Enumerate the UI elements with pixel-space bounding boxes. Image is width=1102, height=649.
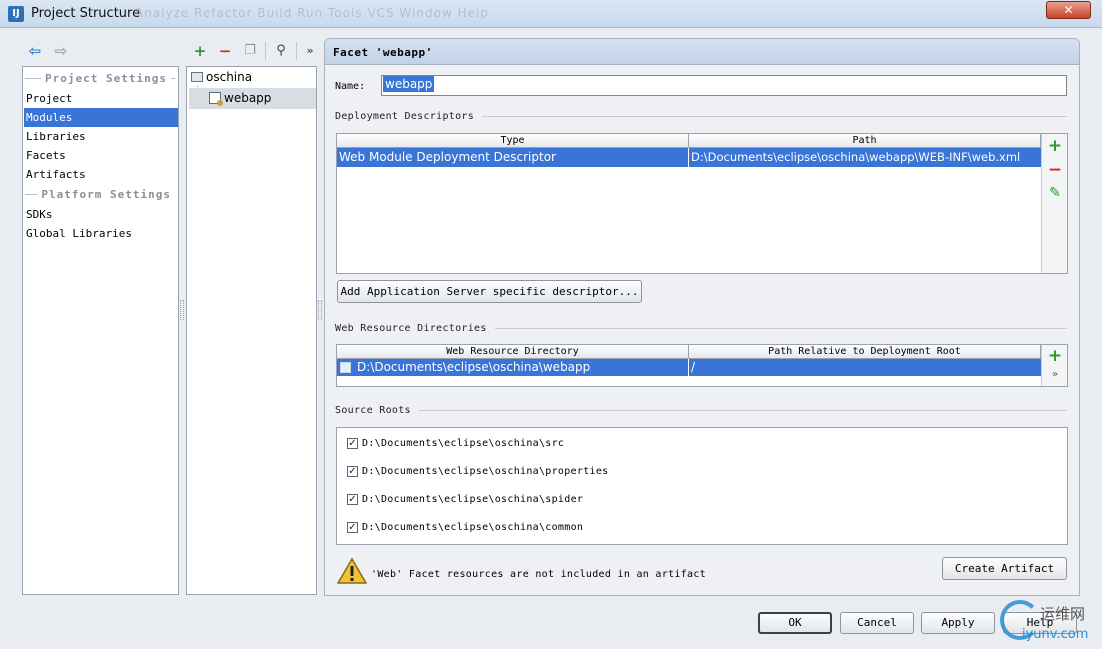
dd-type-cell: Web Module Deployment Descriptor [339, 150, 556, 164]
back-arrow-icon[interactable]: ⇦ [26, 42, 44, 60]
remove-descriptor-icon[interactable]: − [1045, 160, 1065, 180]
warning-message: 'Web' Facet resources are not included i… [371, 569, 706, 580]
add-web-resource-icon[interactable]: + [1045, 346, 1065, 366]
close-window-button[interactable]: ✕ [1046, 1, 1091, 19]
source-root-path: D:\Documents\eclipse\oschina\src [362, 438, 565, 449]
facet-header: Facet 'webapp' [325, 39, 1079, 65]
column-header-path[interactable]: Path [689, 134, 1041, 148]
add-server-descriptor-button[interactable]: Add Application Server specific descript… [337, 280, 642, 303]
nav-item-global-libraries[interactable]: Global Libraries [24, 224, 178, 243]
web-facet-icon [209, 92, 223, 106]
list-item[interactable]: ✓ D:\Documents\eclipse\oschina\spider [347, 494, 583, 505]
add-icon[interactable]: + [191, 42, 209, 60]
search-icon[interactable]: ⚲ [272, 42, 290, 60]
table-row[interactable]: D:\Documents\eclipse\oschina\webapp / [337, 359, 1041, 376]
source-roots-label: Source Roots [335, 405, 1067, 416]
list-item[interactable]: ✓ D:\Documents\eclipse\oschina\propertie… [347, 466, 609, 477]
nav-item-libraries[interactable]: Libraries [24, 127, 178, 146]
watermark-url: iyunv.com [1022, 627, 1089, 642]
edit-pencil-icon[interactable]: ✎ [1045, 185, 1065, 201]
project-settings-list: Project Modules Libraries Facets Artifac… [24, 89, 178, 184]
platform-settings-list: SDKs Global Libraries [24, 205, 178, 243]
dd-toolbar: + − ✎ [1041, 134, 1067, 273]
add-descriptor-icon[interactable]: + [1045, 136, 1065, 156]
ok-button[interactable]: OK [758, 612, 832, 634]
splitter-handle[interactable] [318, 300, 322, 320]
source-root-path: D:\Documents\eclipse\oschina\spider [362, 494, 584, 505]
web-folder-icon [340, 362, 351, 373]
window-title: Project Structure [31, 6, 141, 21]
dd-path-cell: D:\Documents\eclipse\oschina\webapp\WEB-… [691, 150, 1021, 164]
wr-toolbar: + » [1041, 345, 1067, 386]
warning-icon [336, 557, 368, 585]
more-chevron-icon[interactable]: » [301, 42, 319, 60]
more-chevron-icon[interactable]: » [1045, 369, 1065, 380]
nav-item-modules[interactable]: Modules [24, 108, 178, 127]
cancel-button[interactable]: Cancel [840, 612, 914, 634]
apply-button[interactable]: Apply [921, 612, 995, 634]
background-menu-bar: Analyze Refactor Build Run Tools VCS Win… [135, 6, 489, 20]
facet-name-value: webapp [383, 76, 435, 92]
toolbar-divider [265, 42, 266, 60]
wr-relative-cell: / [691, 360, 696, 374]
tree-node-oschina[interactable]: oschina [191, 70, 252, 84]
facet-settings-pane: Facet 'webapp' Name: webapp Deployment D… [324, 38, 1080, 596]
nav-item-sdks[interactable]: SDKs [24, 205, 178, 224]
tree-node-label: oschina [206, 70, 253, 84]
deployment-descriptors-table: Type Path Web Module Deployment Descript… [336, 133, 1068, 274]
module-folder-icon [191, 72, 203, 82]
nav-item-project[interactable]: Project [24, 89, 178, 108]
cell-divider [688, 148, 689, 167]
checkbox-checked[interactable]: ✓ [347, 494, 358, 505]
checkbox-checked[interactable]: ✓ [347, 522, 358, 533]
table-row[interactable]: Web Module Deployment Descriptor D:\Docu… [337, 148, 1041, 167]
deployment-descriptors-label: Deployment Descriptors [335, 111, 1067, 122]
create-artifact-button[interactable]: Create Artifact [942, 557, 1067, 580]
list-item[interactable]: ✓ D:\Documents\eclipse\oschina\common [347, 522, 583, 533]
source-root-path: D:\Documents\eclipse\oschina\common [362, 522, 584, 533]
facet-title: Facet 'webapp' [333, 46, 433, 59]
column-header-type[interactable]: Type [337, 134, 689, 148]
platform-settings-header: Platform Settings [25, 188, 175, 201]
name-label: Name: [335, 81, 366, 92]
web-resource-directories-label: Web Resource Directories [335, 323, 1067, 334]
column-header-web-resource-directory[interactable]: Web Resource Directory [337, 345, 689, 359]
wr-directory-cell: D:\Documents\eclipse\oschina\webapp [357, 360, 591, 374]
project-settings-header: Project Settings [25, 72, 175, 85]
toolbar-divider [296, 42, 297, 60]
nav-item-artifacts[interactable]: Artifacts [24, 165, 178, 184]
forward-arrow-icon[interactable]: ⇨ [52, 42, 70, 60]
tree-node-label: webapp [224, 91, 272, 105]
checkbox-checked[interactable]: ✓ [347, 438, 358, 449]
facet-name-input[interactable]: webapp [381, 75, 1067, 96]
source-roots-list: ✓ D:\Documents\eclipse\oschina\src ✓ D:\… [336, 427, 1068, 545]
copy-icon[interactable]: ❐ [241, 42, 259, 60]
splitter-handle[interactable] [180, 300, 184, 320]
remove-icon[interactable]: − [216, 42, 234, 60]
watermark-text: 运维网 [1040, 605, 1086, 623]
column-header-relative-path[interactable]: Path Relative to Deployment Root [689, 345, 1041, 359]
settings-nav-panel: Project Settings Project Modules Librari… [22, 66, 179, 595]
module-tree-panel: oschina webapp [186, 66, 317, 595]
source-root-path: D:\Documents\eclipse\oschina\properties [362, 466, 609, 477]
checkbox-checked[interactable]: ✓ [347, 466, 358, 477]
intellij-app-icon: IJ [8, 6, 24, 22]
web-resource-table: Web Resource Directory Path Relative to … [336, 344, 1068, 387]
title-bar: IJ Project Structure Analyze Refactor Bu… [0, 0, 1102, 28]
tree-node-webapp[interactable]: webapp [189, 88, 316, 109]
list-item[interactable]: ✓ D:\Documents\eclipse\oschina\src [347, 438, 564, 449]
cell-divider [688, 359, 689, 376]
nav-item-facets[interactable]: Facets [24, 146, 178, 165]
